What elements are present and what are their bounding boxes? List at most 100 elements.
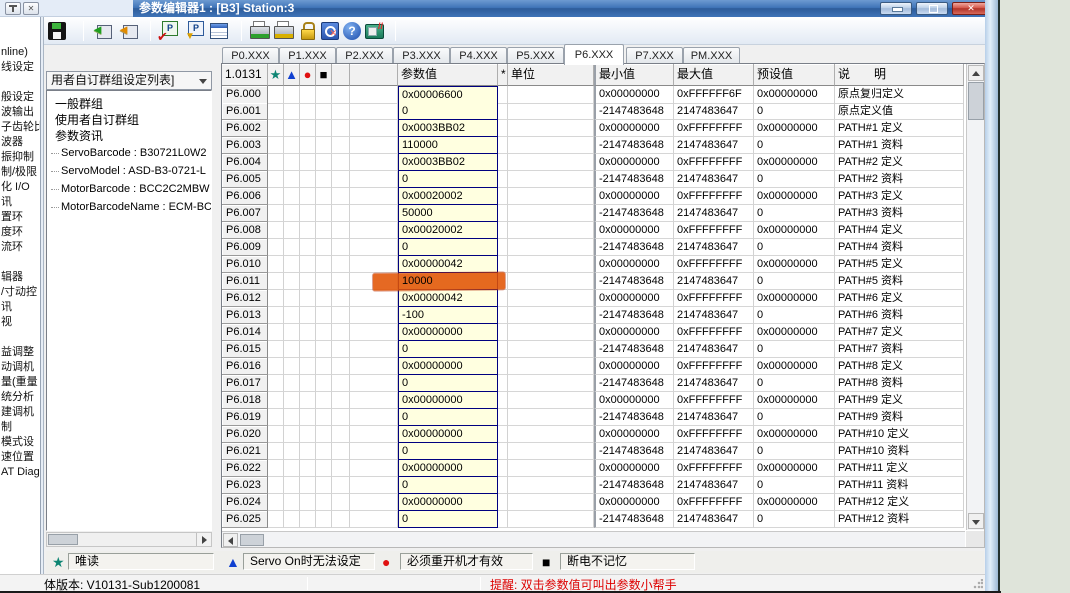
dock-item[interactable]: 制 — [0, 420, 40, 435]
param-value-cell[interactable]: 0x00006600 — [398, 86, 498, 104]
param-value-cell[interactable]: 10000 — [398, 273, 498, 290]
param-value-cell[interactable]: 0x0003BB02 — [398, 154, 498, 171]
param-name-cell[interactable]: P6.021 — [222, 443, 268, 460]
param-value-cell[interactable]: 0x00000042 — [398, 256, 498, 273]
dock-item[interactable]: 辑器 — [0, 270, 40, 285]
dock-item[interactable]: 视 — [0, 315, 40, 330]
param-name-cell[interactable]: P6.019 — [222, 409, 268, 426]
dock-item[interactable]: 建调机 — [0, 405, 40, 420]
dock-item[interactable]: 波器 — [0, 135, 40, 150]
dock-item[interactable]: 模式设 — [0, 435, 40, 450]
dock-item[interactable]: 益调整 — [0, 345, 40, 360]
pin-icon[interactable] — [5, 2, 21, 15]
dock-item[interactable]: 线设定 — [0, 60, 40, 75]
tree-detail-item[interactable]: ServoBarcode : B30721L0W2 — [47, 144, 211, 162]
param-name-cell[interactable]: P6.022 — [222, 460, 268, 477]
scroll-right-icon[interactable] — [196, 533, 211, 546]
scroll-up-icon[interactable] — [968, 65, 984, 81]
param-name-cell[interactable]: P6.004 — [222, 154, 268, 171]
lock-icon[interactable] — [297, 20, 317, 42]
param-name-cell[interactable]: P6.014 — [222, 324, 268, 341]
read-from-servo-icon[interactable] — [91, 20, 113, 42]
param-value-cell[interactable]: 0x00000000 — [398, 392, 498, 409]
print-icon[interactable] — [273, 20, 293, 42]
print-preview-icon[interactable] — [249, 20, 269, 42]
group-list-dropdown[interactable]: 用者自订群组设定列表] — [46, 71, 212, 90]
param-value-cell[interactable]: 0x00000000 — [398, 324, 498, 341]
tree-detail-item[interactable]: ServoModel : ASD-B3-0721-L — [47, 162, 211, 180]
restore-button[interactable] — [916, 2, 948, 15]
verify-params-icon[interactable] — [158, 20, 180, 42]
param-value-cell[interactable]: 0x00020002 — [398, 222, 498, 239]
scroll-down-icon[interactable] — [968, 513, 984, 529]
tree-item[interactable]: 使用者自订群组 — [47, 112, 211, 128]
save-icon[interactable] — [48, 22, 66, 40]
param-name-cell[interactable]: P6.023 — [222, 477, 268, 494]
scrollbar-thumb[interactable] — [48, 534, 78, 545]
param-name-cell[interactable]: P6.001 — [222, 103, 268, 120]
tree-horizontal-scrollbar[interactable] — [46, 532, 212, 547]
dock-item[interactable]: 度环 — [0, 225, 40, 240]
param-name-cell[interactable]: P6.012 — [222, 290, 268, 307]
param-value-cell[interactable]: 0 — [398, 341, 498, 358]
dock-item[interactable]: 置环 — [0, 210, 40, 225]
copy-params-icon[interactable] — [184, 20, 206, 42]
dock-item[interactable]: 制/极限 — [0, 165, 40, 180]
horizontal-scrollbar[interactable] — [222, 531, 965, 547]
tab-p0.xxx[interactable]: P0.XXX — [222, 47, 279, 64]
tab-p2.xxx[interactable]: P2.XXX — [336, 47, 393, 64]
tab-p4.xxx[interactable]: P4.XXX — [450, 47, 507, 64]
dock-item[interactable]: 统分析 — [0, 390, 40, 405]
param-value-cell[interactable]: 0 — [398, 409, 498, 426]
param-name-cell[interactable]: P6.009 — [222, 239, 268, 256]
dock-item[interactable]: 讯 — [0, 195, 40, 210]
dock-item[interactable]: 波输出 — [0, 105, 40, 120]
param-name-cell[interactable]: P6.025 — [222, 511, 268, 528]
vertical-scrollbar[interactable] — [966, 64, 984, 530]
close-icon[interactable]: ✕ — [23, 2, 39, 15]
panel-divider[interactable] — [40, 17, 44, 574]
tab-p5.xxx[interactable]: P5.XXX — [507, 47, 564, 64]
param-value-cell[interactable]: 0 — [398, 103, 498, 120]
tree-item[interactable]: 参数资讯 — [47, 128, 211, 144]
resize-grip-icon[interactable] — [973, 579, 983, 589]
dock-item[interactable]: AT Diagn — [0, 465, 40, 480]
help-icon[interactable] — [343, 22, 361, 40]
table-view-icon[interactable] — [210, 23, 228, 39]
param-name-cell[interactable]: P6.000 — [222, 86, 268, 104]
param-name-cell[interactable]: P6.018 — [222, 392, 268, 409]
dock-item[interactable]: /寸动控 — [0, 285, 40, 300]
dock-item[interactable]: nline) — [0, 45, 40, 60]
param-name-cell[interactable]: P6.017 — [222, 375, 268, 392]
param-value-cell[interactable]: 0x0003BB02 — [398, 120, 498, 137]
diagnosis-icon[interactable] — [365, 24, 384, 39]
search-remove-icon[interactable] — [321, 22, 339, 40]
param-value-cell[interactable]: 0 — [398, 171, 498, 188]
scrollbar-thumb[interactable] — [968, 82, 984, 120]
dock-item[interactable]: 振抑制 — [0, 150, 40, 165]
param-name-cell[interactable]: P6.002 — [222, 120, 268, 137]
param-value-cell[interactable]: -100 — [398, 307, 498, 324]
param-name-cell[interactable]: P6.006 — [222, 188, 268, 205]
param-value-cell[interactable]: 0x00000000 — [398, 426, 498, 443]
param-value-cell[interactable]: 0x00000000 — [398, 460, 498, 477]
dock-item[interactable]: 速位置 — [0, 450, 40, 465]
dock-item[interactable]: 讯 — [0, 300, 40, 315]
param-value-cell[interactable]: 0x00020002 — [398, 188, 498, 205]
dock-item[interactable]: 量(重量 — [0, 375, 40, 390]
close-button[interactable] — [952, 2, 985, 15]
dock-item[interactable]: 化 I/O — [0, 180, 40, 195]
param-value-cell[interactable]: 110000 — [398, 137, 498, 154]
dock-item[interactable]: 流环 — [0, 240, 40, 255]
dock-item[interactable]: 般设定 — [0, 90, 40, 105]
param-name-cell[interactable]: P6.020 — [222, 426, 268, 443]
tree-detail-item[interactable]: MotorBarcode : BCC2C2MBW — [47, 180, 211, 198]
param-name-cell[interactable]: P6.008 — [222, 222, 268, 239]
param-value-cell[interactable]: 0x00000042 — [398, 290, 498, 307]
param-value-cell[interactable]: 0x00000000 — [398, 358, 498, 375]
param-value-cell[interactable]: 0 — [398, 443, 498, 460]
dock-item[interactable]: 子齿轮比 — [0, 120, 40, 135]
param-name-cell[interactable]: P6.007 — [222, 205, 268, 222]
param-value-cell[interactable]: 0 — [398, 511, 498, 528]
param-name-cell[interactable]: P6.003 — [222, 137, 268, 154]
